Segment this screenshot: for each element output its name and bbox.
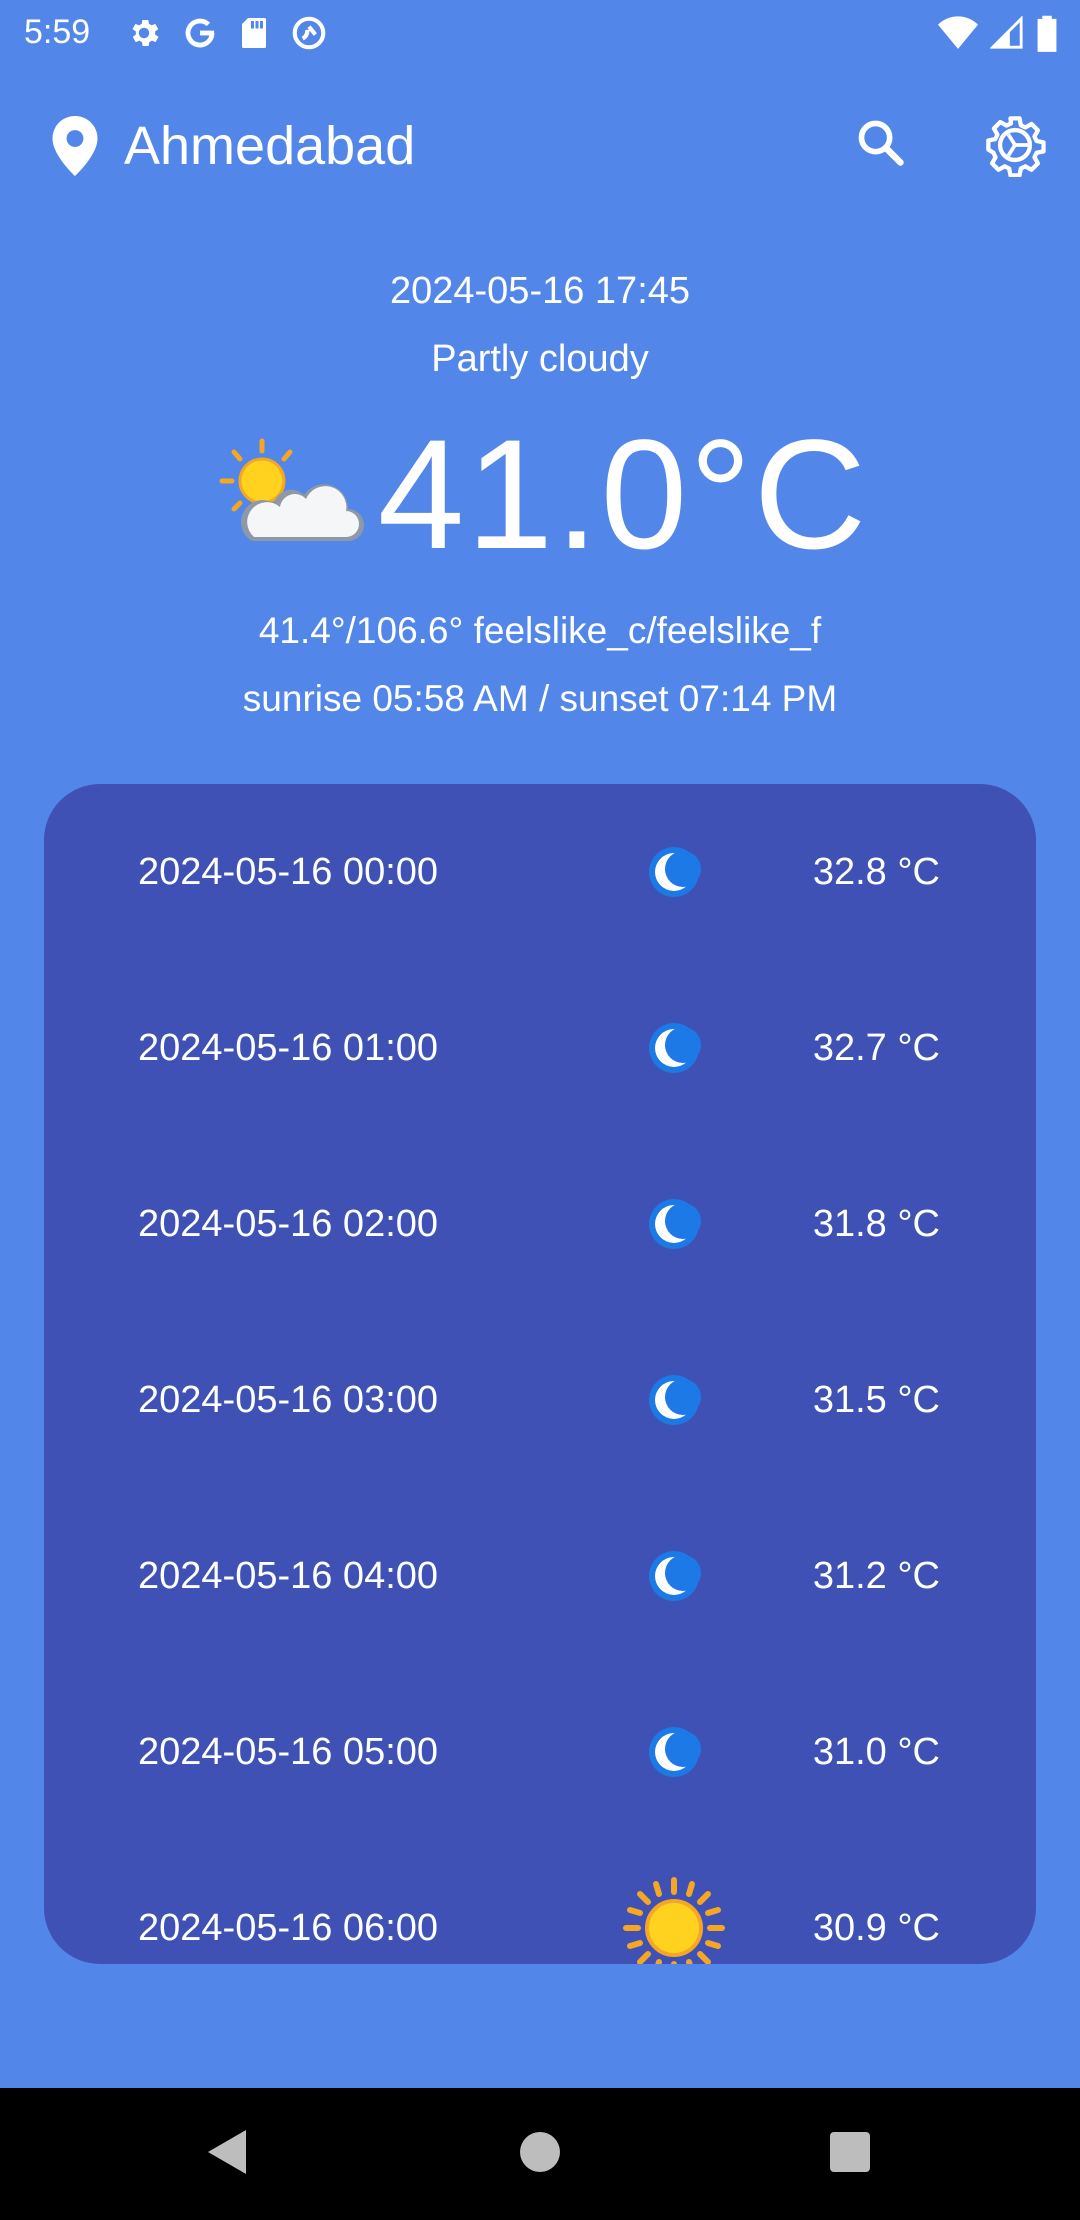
sun-icon — [584, 1877, 764, 1964]
hour-temp: 30.9 °C — [812, 1907, 940, 1949]
hour-time: 2024-05-16 01:00 — [138, 1027, 439, 1069]
status-icons-right — [938, 12, 1058, 54]
app-header: Ahmedabad — [0, 104, 1080, 186]
settings-button[interactable] — [982, 114, 1048, 180]
hour-temp: 31.8 °C — [812, 1203, 940, 1245]
location-pin-icon — [52, 116, 98, 181]
recents-icon — [829, 2131, 871, 2178]
hourly-row[interactable]: 2024-05-16 00:00 32.8 °C — [44, 822, 1036, 922]
google-icon — [182, 15, 218, 51]
hourly-row[interactable]: 2024-05-16 04:00 31.2 °C — [44, 1526, 1036, 1626]
current-datetime: 2024-05-16 17:45 — [389, 270, 691, 312]
settings-icon — [126, 15, 162, 51]
recents-button[interactable] — [814, 2118, 886, 2190]
status-icons-left — [126, 12, 328, 54]
sunrise-sunset-text: sunrise 05:58 AM / sunset 07:14 PM — [242, 678, 838, 719]
hourly-row[interactable]: 2024-05-16 01:00 32.7 °C — [44, 998, 1036, 1098]
home-icon — [519, 2131, 561, 2178]
status-bar: 5:59 — [0, 0, 1080, 66]
moon-icon — [584, 1350, 764, 1450]
battery-icon — [1036, 14, 1058, 52]
hour-time: 2024-05-16 04:00 — [138, 1555, 439, 1597]
hourly-row[interactable]: 2024-05-16 03:00 31.5 °C — [44, 1350, 1036, 1450]
hourly-row[interactable]: 2024-05-16 05:00 31.0 °C — [44, 1702, 1036, 1802]
signal-icon — [990, 16, 1024, 50]
feels-like-text: 41.4°/106.6° feelslike_c/feelslike_f — [258, 610, 822, 651]
hour-temp: 32.8 °C — [812, 851, 940, 893]
back-icon — [206, 2128, 250, 2181]
current-weather-row: 41.0°C — [0, 410, 1080, 580]
search-icon — [855, 117, 907, 174]
back-button[interactable] — [192, 2118, 264, 2190]
hour-temp: 31.2 °C — [812, 1555, 940, 1597]
weather-screen: 5:59 Ahmedabad 2024-05-16 17:45 Partly c… — [0, 0, 1080, 2220]
wifi-icon — [938, 16, 978, 50]
system-nav-bar — [0, 2088, 1080, 2220]
hour-temp: 31.5 °C — [812, 1379, 940, 1421]
hourly-forecast-list[interactable]: 2024-05-16 00:00 32.8 °C 2024-05-16 01:0… — [44, 784, 1036, 1964]
hour-time: 2024-05-16 06:00 — [138, 1907, 439, 1949]
partly-cloudy-icon — [212, 437, 364, 554]
city-name[interactable]: Ahmedabad — [124, 114, 415, 178]
current-condition: Partly cloudy — [431, 338, 649, 380]
moon-icon — [584, 1526, 764, 1626]
hourly-row[interactable]: 2024-05-16 06:00 30.9 °C — [44, 1877, 1036, 1964]
hour-time: 2024-05-16 03:00 — [138, 1379, 439, 1421]
hourly-row[interactable]: 2024-05-16 02:00 31.8 °C — [44, 1174, 1036, 1274]
search-button[interactable] — [850, 114, 912, 176]
hour-time: 2024-05-16 00:00 — [138, 851, 439, 893]
moon-icon — [584, 1174, 764, 1274]
hour-temp: 32.7 °C — [812, 1027, 940, 1069]
sync-icon — [290, 14, 328, 52]
moon-icon — [584, 1702, 764, 1802]
hour-temp: 31.0 °C — [812, 1731, 940, 1773]
home-button[interactable] — [504, 2118, 576, 2190]
moon-icon — [584, 822, 764, 922]
hour-time: 2024-05-16 02:00 — [138, 1203, 439, 1245]
sd-card-icon — [238, 15, 270, 51]
status-time: 5:59 — [24, 13, 91, 51]
current-temperature: 41.0°C — [377, 408, 869, 582]
moon-icon — [584, 998, 764, 1098]
settings-gear-icon — [983, 113, 1047, 182]
hour-time: 2024-05-16 05:00 — [138, 1731, 439, 1773]
